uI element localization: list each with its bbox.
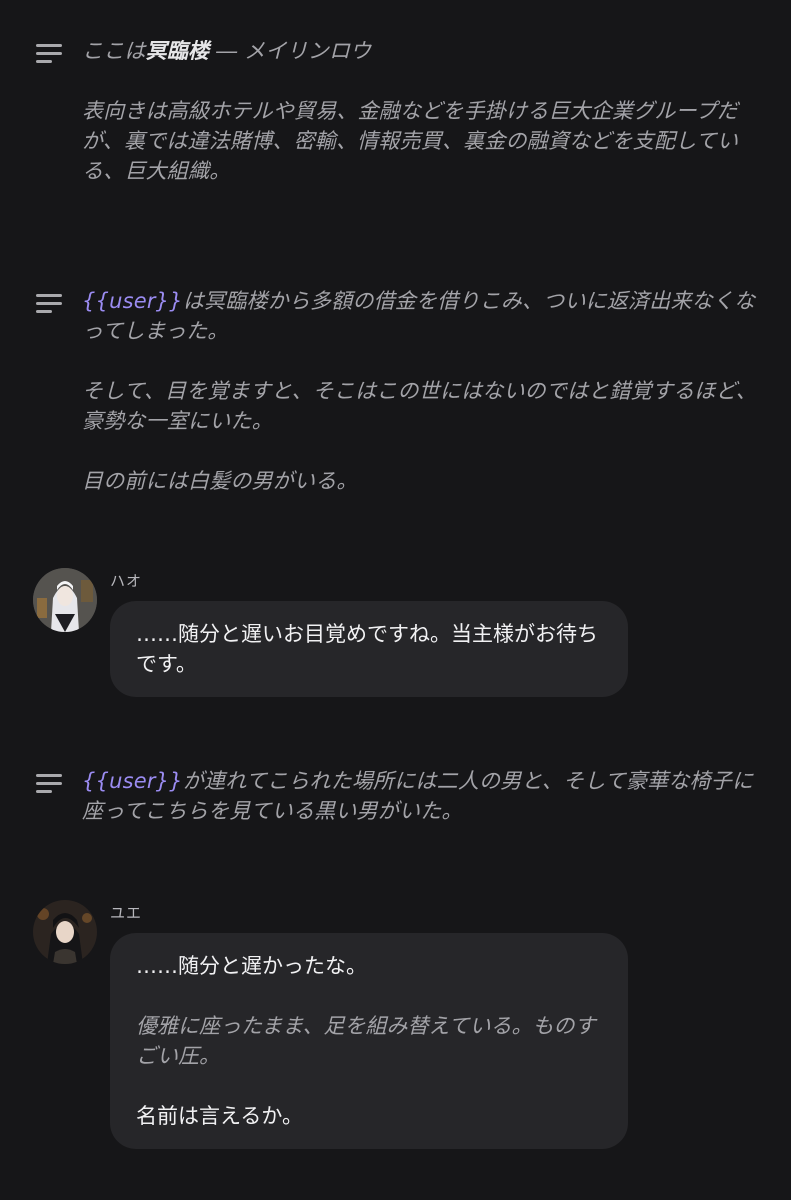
user-placeholder: {{user}}	[82, 289, 183, 313]
message-text: ……随分と遅かったな。	[136, 954, 367, 978]
character-name: ユエ	[110, 904, 143, 922]
narration-text: {{user}}は冥臨楼から多額の借金を借りこみ、ついに返済出来なくなってしまっ…	[82, 286, 762, 496]
avatar[interactable]	[33, 568, 97, 632]
avatar[interactable]	[33, 900, 97, 964]
text-lines-icon	[36, 294, 62, 316]
narration-text-part: ― メイリンロウ	[209, 39, 372, 63]
message-text: 名前は言えるか。	[136, 1104, 303, 1128]
message-text: ……随分と遅いお目覚めですね。当主様がお待ちです。	[136, 622, 598, 676]
narration-text-part: ここは	[82, 39, 146, 63]
narration-paragraph: 表向きは高級ホテルや貿易、金融などを手掛ける巨大企業グループだが、裏では違法賭博…	[82, 99, 739, 183]
narration-text-part: が連れてこられた場所には二人の男と、そして豪華な椅子に座ってこちらを見ている黒い…	[82, 769, 754, 823]
message-bubble: ……随分と遅いお目覚めですね。当主様がお待ちです。	[110, 601, 628, 697]
text-lines-icon	[36, 774, 62, 796]
user-placeholder: {{user}}	[82, 769, 183, 793]
narration-text: ここは冥臨楼 ― メイリンロウ 表向きは高級ホテルや貿易、金融などを手掛ける巨大…	[82, 36, 762, 186]
narration-paragraph: 目の前には白髪の男がいる。	[82, 469, 358, 493]
character-name: ハオ	[110, 572, 143, 590]
text-lines-icon	[36, 44, 62, 66]
chat-log: ここは冥臨楼 ― メイリンロウ 表向きは高級ホテルや貿易、金融などを手掛ける巨大…	[0, 0, 791, 1200]
organization-name: 冥臨楼	[145, 39, 210, 63]
narration-text-part: は冥臨楼から多額の借金を借りこみ、ついに返済出来なくなってしまった。	[82, 289, 756, 343]
avatar-image	[33, 900, 97, 964]
narration-paragraph: そして、目を覚ますと、そこはこの世にはないのではと錯覚するほど、豪勢な一室にいた…	[82, 379, 757, 433]
message-action: 優雅に座ったまま、足を組み替えている。ものすごい圧。	[136, 1014, 596, 1068]
message-bubble: ……随分と遅かったな。 優雅に座ったまま、足を組み替えている。ものすごい圧。 名…	[110, 933, 628, 1149]
avatar-image	[33, 568, 97, 632]
narration-text: {{user}}が連れてこられた場所には二人の男と、そして豪華な椅子に座ってこち…	[82, 766, 762, 826]
